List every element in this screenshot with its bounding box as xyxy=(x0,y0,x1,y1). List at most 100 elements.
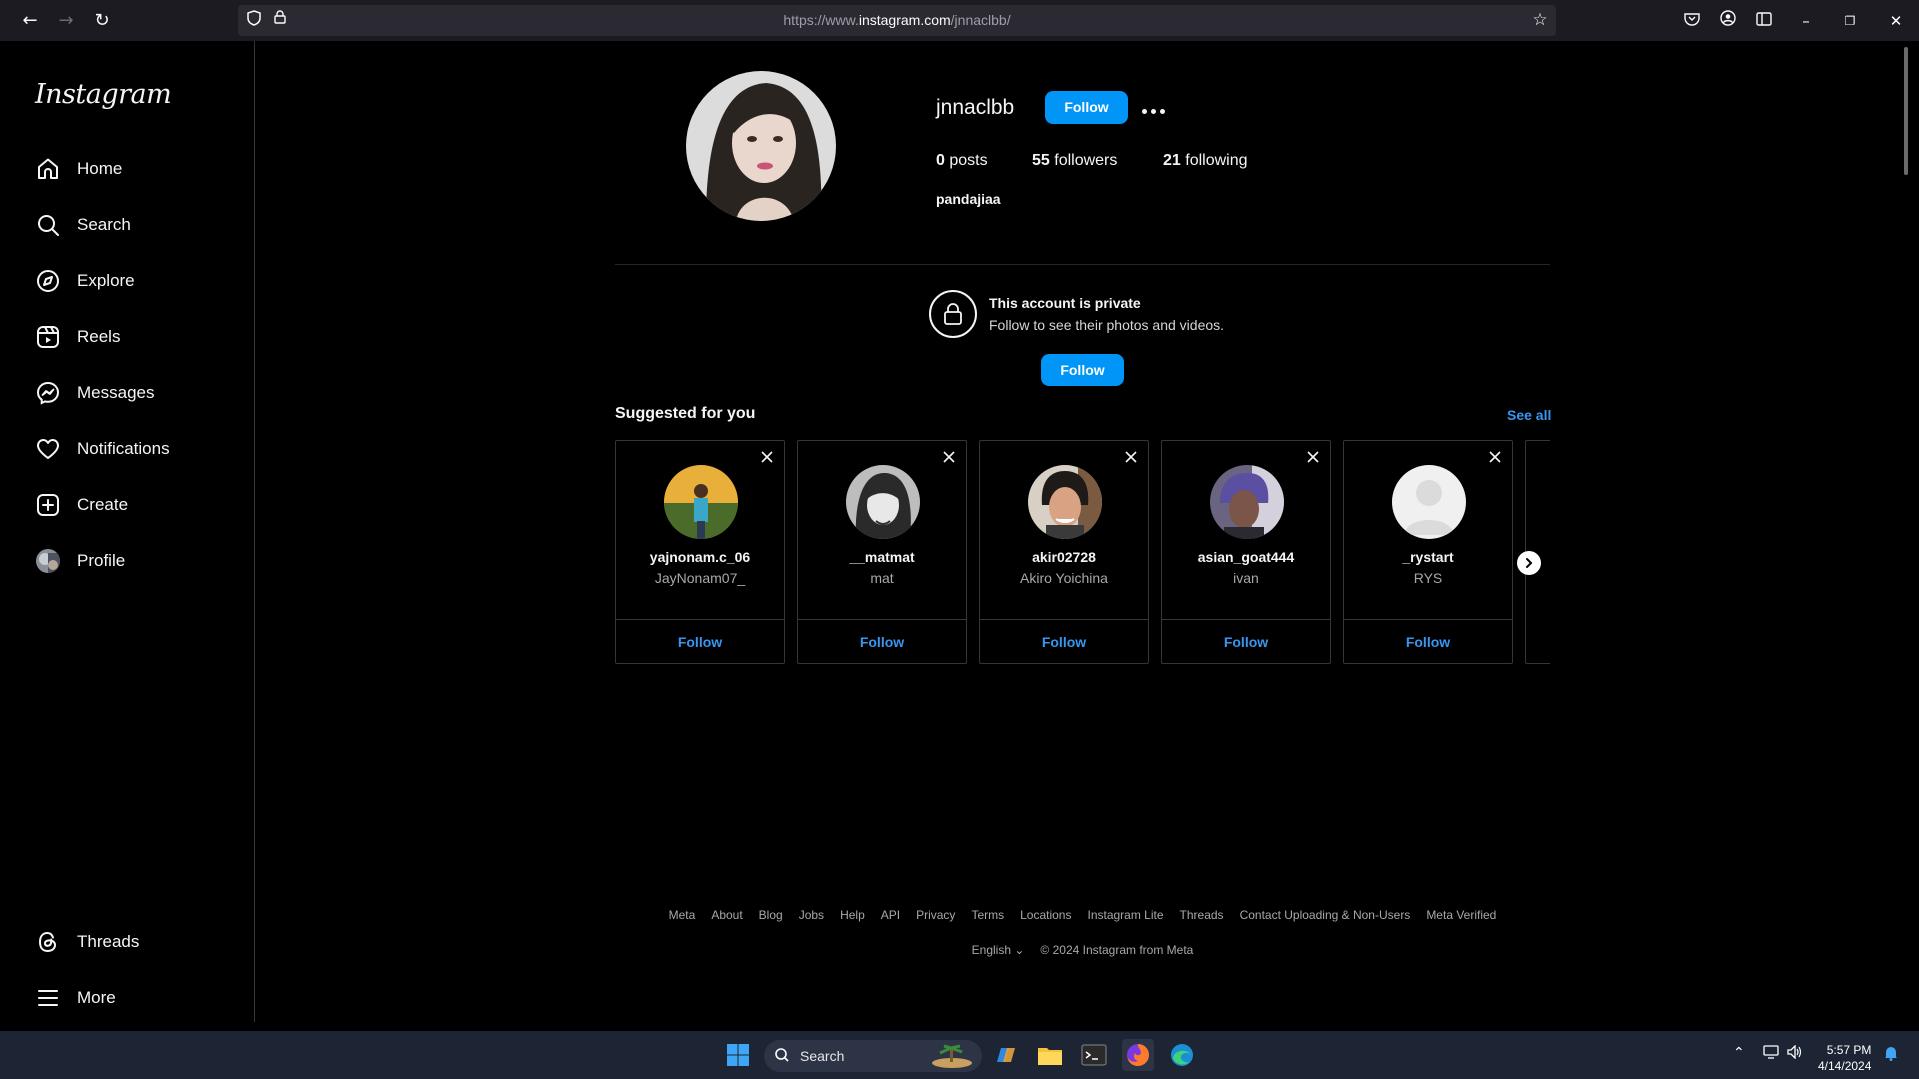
suggested-name: mat xyxy=(870,570,894,586)
footer-link[interactable]: Meta xyxy=(669,908,696,922)
avatar[interactable] xyxy=(1028,465,1102,539)
chevron-up-icon[interactable]: ⌃ xyxy=(1733,1045,1745,1061)
suggested-username[interactable]: asian_goat444 xyxy=(1162,549,1330,565)
instagram-logo[interactable]: Instagram xyxy=(35,79,172,110)
file-explorer-icon[interactable] xyxy=(1034,1039,1066,1071)
volume-icon[interactable] xyxy=(1787,1044,1803,1063)
suggested-username[interactable]: akir02728 xyxy=(980,549,1148,565)
restore-icon[interactable]: ❐ xyxy=(1838,9,1862,33)
url-text[interactable]: https://www.instagram.com/jnnaclbb/ xyxy=(238,12,1556,28)
profile-avatar[interactable] xyxy=(686,71,836,221)
suggested-card[interactable]: __matmat mat Follow xyxy=(797,440,967,664)
profile-username: jnnaclbb xyxy=(936,96,1015,119)
taskbar-search[interactable]: Search xyxy=(764,1040,982,1072)
suggested-card[interactable]: _rystart RYS Follow xyxy=(1343,440,1513,664)
footer-link[interactable]: API xyxy=(881,908,900,922)
sidebar-item-label: Messages xyxy=(77,383,155,402)
address-bar[interactable]: https://www.instagram.com/jnnaclbb/ ☆ xyxy=(238,5,1556,36)
chevron-right-icon[interactable] xyxy=(1517,551,1541,575)
search-highlight-icon xyxy=(930,1044,974,1073)
avatar[interactable] xyxy=(1392,465,1466,539)
footer-link[interactable]: Privacy xyxy=(916,908,955,922)
sidebar-item-search[interactable]: Search xyxy=(23,201,243,249)
sidebar-item-notifications[interactable]: Notifications xyxy=(23,425,243,473)
footer-links: Meta About Blog Jobs Help API Privacy Te… xyxy=(615,908,1550,922)
sidebar-item-create[interactable]: Create xyxy=(23,481,243,529)
scrollbar-thumb[interactable] xyxy=(1904,47,1908,175)
avatar xyxy=(35,548,61,574)
pocket-icon[interactable] xyxy=(1680,9,1704,33)
footer-link[interactable]: Contact Uploading & Non-Users xyxy=(1240,908,1411,922)
footer-link[interactable]: About xyxy=(711,908,742,922)
close-icon[interactable] xyxy=(1487,449,1503,465)
following-link[interactable]: 21 following xyxy=(1163,152,1248,170)
suggested-card[interactable]: asian_goat444 ivan Follow xyxy=(1161,440,1331,664)
forward-icon[interactable]: → xyxy=(54,9,78,33)
reload-icon[interactable]: ↻ xyxy=(90,9,114,33)
suggested-username[interactable]: yajnonam.c_06 xyxy=(616,549,784,565)
close-icon[interactable] xyxy=(1123,449,1139,465)
footer-link[interactable]: Threads xyxy=(1180,908,1224,922)
firefox-icon[interactable] xyxy=(1122,1039,1154,1071)
avatar[interactable] xyxy=(664,465,738,539)
follow-button[interactable]: Follow xyxy=(1045,91,1128,124)
avatar[interactable] xyxy=(846,465,920,539)
sidebar-item-explore[interactable]: Explore xyxy=(23,257,243,305)
copilot-icon[interactable] xyxy=(990,1039,1022,1071)
close-window-icon[interactable]: ✕ xyxy=(1884,9,1908,33)
network-icon[interactable] xyxy=(1763,1045,1779,1063)
suggested-follow-button[interactable]: Follow xyxy=(1344,619,1512,663)
sidebar-item-reels[interactable]: Reels xyxy=(23,313,243,361)
sidebar-item-messages[interactable]: Messages xyxy=(23,369,243,417)
sidebar-toggle-icon[interactable] xyxy=(1752,9,1776,33)
footer-link[interactable]: Instagram Lite xyxy=(1087,908,1163,922)
close-icon[interactable] xyxy=(941,449,957,465)
copyright: © 2024 Instagram from Meta xyxy=(1040,943,1194,957)
following-number: 21 xyxy=(1163,152,1181,169)
terminal-icon[interactable] xyxy=(1078,1039,1110,1071)
footer-link[interactable]: Locations xyxy=(1020,908,1071,922)
sidebar-item-threads[interactable]: Threads xyxy=(23,918,243,966)
sidebar-item-more[interactable]: More xyxy=(23,974,243,1022)
see-all-link[interactable]: See all xyxy=(1507,407,1551,423)
sidebar: Instagram Home Search Explore Reels Mess… xyxy=(11,41,255,1022)
browser-toolbar: ← → ↻ https://www.instagram.com/jnnaclbb… xyxy=(0,0,1919,41)
suggested-follow-button[interactable]: Follow xyxy=(798,619,966,663)
private-follow-button[interactable]: Follow xyxy=(1041,354,1124,386)
language-select[interactable]: English ⌄ xyxy=(972,943,1025,957)
close-icon[interactable] xyxy=(1305,449,1321,465)
notification-bell-icon[interactable] xyxy=(1884,1045,1898,1065)
edge-icon[interactable] xyxy=(1166,1039,1198,1071)
more-options-icon[interactable] xyxy=(1138,99,1168,123)
footer-link[interactable]: Terms xyxy=(971,908,1004,922)
footer-link[interactable]: Jobs xyxy=(799,908,824,922)
footer-link[interactable]: Help xyxy=(840,908,865,922)
sidebar-item-home[interactable]: Home xyxy=(23,145,243,193)
minimize-icon[interactable]: – xyxy=(1794,9,1818,33)
sidebar-item-label: Explore xyxy=(77,271,135,290)
language-label: English xyxy=(971,943,1012,957)
suggested-follow-button[interactable]: Follow xyxy=(1162,619,1330,663)
suggested-follow-button[interactable]: Follow xyxy=(616,619,784,663)
home-icon xyxy=(35,156,61,182)
footer-link[interactable]: Meta Verified xyxy=(1426,908,1496,922)
account-icon[interactable] xyxy=(1716,9,1740,33)
taskbar-clock[interactable]: 5:57 PM 4/14/2024 xyxy=(1818,1042,1871,1074)
sidebar-item-label: Reels xyxy=(77,327,121,346)
bookmark-star-icon[interactable]: ☆ xyxy=(1530,10,1550,30)
suggested-username[interactable]: __matmat xyxy=(798,549,966,565)
close-icon[interactable] xyxy=(759,449,775,465)
suggested-card[interactable]: yajnonam.c_06 JayNonam07_ Follow xyxy=(615,440,785,664)
scrollbar[interactable] xyxy=(1901,41,1909,1022)
footer-link[interactable]: Blog xyxy=(759,908,783,922)
followers-link[interactable]: 55 followers xyxy=(1032,152,1117,170)
windows-start-icon[interactable] xyxy=(722,1039,754,1071)
sidebar-item-profile[interactable]: Profile xyxy=(23,537,243,585)
avatar[interactable] xyxy=(1210,465,1284,539)
suggested-follow-button[interactable]: Follow xyxy=(980,619,1148,663)
heart-icon xyxy=(35,436,61,462)
profile-full-name: pandajiaa xyxy=(936,191,1001,207)
back-icon[interactable]: ← xyxy=(18,9,42,33)
suggested-card[interactable]: akir02728 Akiro Yoichina Follow xyxy=(979,440,1149,664)
suggested-username[interactable]: _rystart xyxy=(1344,549,1512,565)
